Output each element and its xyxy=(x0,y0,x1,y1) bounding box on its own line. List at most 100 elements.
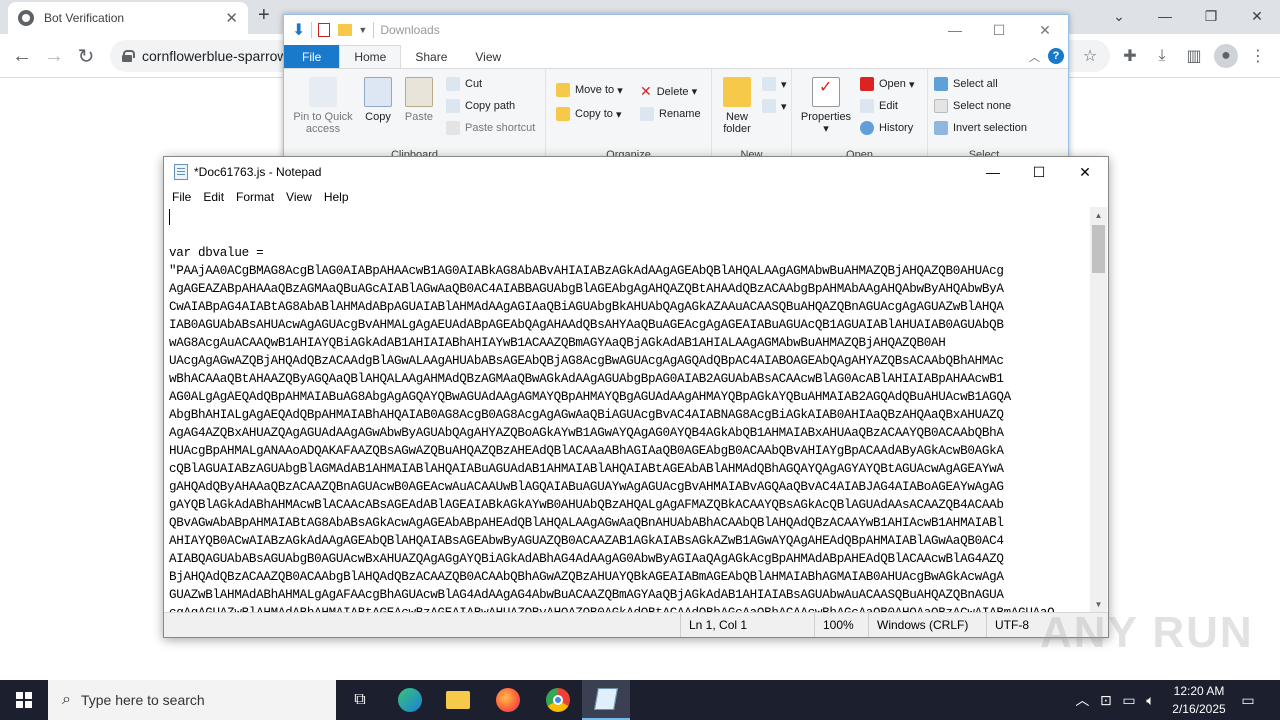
invert-selection-button[interactable]: Invert selection xyxy=(934,121,1027,135)
text-line: wAG8AcgAuACAAQwB1AHIAYQBiAGkAdAB1AHIAIAB… xyxy=(169,336,946,350)
select-all-button[interactable]: Select all xyxy=(934,77,998,91)
file-explorer-icon[interactable] xyxy=(434,680,482,720)
vertical-scrollbar[interactable]: ▲ ▼ xyxy=(1090,207,1107,612)
explorer-close-button[interactable]: ✕ xyxy=(1022,15,1068,45)
text-line: BjAHQAdQBzACAAZQB0ACAAbgBlAHQAdQBzACAAZQ… xyxy=(169,570,1004,584)
new-group: New folder ▾ ▾ New xyxy=(712,69,792,165)
chrome-minimize-button[interactable]: — xyxy=(1142,0,1188,32)
search-placeholder: Type here to search xyxy=(80,692,205,708)
edit-button[interactable]: Edit xyxy=(860,99,898,113)
copy-button[interactable]: Copy xyxy=(360,77,396,123)
firefox-icon[interactable] xyxy=(484,680,532,720)
side-panel-icon[interactable]: ▥ xyxy=(1182,44,1206,68)
text-editor-area[interactable]: var dbvalue = "PAAjAA0ACgBMAG8AcgBlAG0AIA… xyxy=(165,207,1093,612)
menu-edit[interactable]: Edit xyxy=(197,190,230,204)
tab-file[interactable]: File xyxy=(284,45,340,68)
text-line: AG0ALgAgAEQAdQBpAHMAIABuAG8AbgAgAGQAYQBw… xyxy=(169,390,1011,404)
reload-icon[interactable]: ↻ xyxy=(72,42,100,70)
folder-icon[interactable] xyxy=(338,24,353,36)
menu-format[interactable]: Format xyxy=(230,190,280,204)
volume-icon[interactable]: 🔈︎ xyxy=(1146,692,1154,709)
extensions-icon[interactable]: ✚ xyxy=(1118,44,1142,68)
browser-tab[interactable]: Bot Verification ✕ xyxy=(8,2,248,34)
select-none-button[interactable]: Select none xyxy=(934,99,1011,113)
search-icon: ⌕ xyxy=(62,691,71,708)
taskbar: ⌕ Type here to search ⧉ ︿ ⊡ ▭ 🔈︎ 12:20 A… xyxy=(0,680,1280,720)
notepad-taskbar-icon[interactable] xyxy=(582,680,630,720)
help-icon[interactable]: ? xyxy=(1048,48,1064,64)
taskbar-search-box[interactable]: ⌕ Type here to search xyxy=(48,680,336,720)
new-tab-button[interactable]: + xyxy=(258,4,270,27)
ethernet-icon[interactable]: ▭ xyxy=(1122,692,1135,709)
download-icon[interactable]: ⤓ xyxy=(1150,44,1174,68)
pin-icon xyxy=(309,77,337,107)
chrome-restore-button[interactable]: ❐ xyxy=(1188,0,1234,32)
scroll-thumb[interactable] xyxy=(1092,225,1105,273)
properties-button[interactable]: ✓ Properties ▾ xyxy=(798,77,854,135)
properties-quick-icon[interactable] xyxy=(318,23,331,37)
rename-button[interactable]: Rename xyxy=(640,107,701,121)
notepad-maximize-button[interactable]: ☐ xyxy=(1016,157,1062,187)
profile-avatar[interactable]: ● xyxy=(1214,44,1238,68)
notifications-icon[interactable]: ▭ xyxy=(1236,680,1260,720)
text-line: IAB0AGUAbABsAHUAcwAgAGUAcgBvAHMALgAgAEUA… xyxy=(169,318,1004,332)
explorer-minimize-button[interactable]: — xyxy=(932,15,978,45)
pin-quick-access-button[interactable]: Pin to Quick access xyxy=(290,77,356,135)
tab-view[interactable]: View xyxy=(461,45,515,68)
cut-button[interactable]: Cut xyxy=(446,77,482,91)
chrome-close-button[interactable]: ✕ xyxy=(1234,0,1280,32)
delete-button[interactable]: ✕ Delete ▾ xyxy=(640,83,697,100)
tab-search-icon[interactable]: ⌄ xyxy=(1096,0,1142,32)
chrome-menu-icon[interactable]: ⋮ xyxy=(1246,44,1270,68)
notepad-statusbar: Ln 1, Col 1 100% Windows (CRLF) UTF-8 xyxy=(164,612,1108,637)
copy-to-button[interactable]: Copy to ▾ xyxy=(556,107,622,121)
scroll-up-icon[interactable]: ▲ xyxy=(1090,207,1107,223)
tab-close-icon[interactable]: ✕ xyxy=(225,9,238,27)
text-line: gAHQAdQByAHAAaQBzACAAZQBnAGUAcwB0AGEAcwA… xyxy=(169,480,1004,494)
menu-help[interactable]: Help xyxy=(318,190,355,204)
explorer-titlebar: ⬇ ▼ Downloads — ☐ ✕ xyxy=(284,15,1068,45)
globe-icon xyxy=(18,10,34,26)
qat-dropdown-icon[interactable]: ▼ xyxy=(358,25,367,35)
bookmark-star-icon[interactable]: ☆ xyxy=(1078,44,1102,68)
ribbon-collapse-icon[interactable]: ︿ xyxy=(1029,49,1040,65)
properties-check-icon: ✓ xyxy=(812,77,840,107)
tray-chevron-icon[interactable]: ︿ xyxy=(1075,690,1089,710)
history-button[interactable]: History xyxy=(860,121,913,135)
clock-time: 12:20 AM xyxy=(1173,684,1225,698)
menu-view[interactable]: View xyxy=(280,190,318,204)
start-button[interactable] xyxy=(0,680,48,720)
back-icon[interactable]: ← xyxy=(8,42,36,70)
network-icon[interactable]: ⊡ xyxy=(1100,692,1112,709)
new-folder-button[interactable]: New folder xyxy=(716,77,758,135)
down-arrow-icon[interactable]: ⬇ xyxy=(292,20,305,40)
menu-file[interactable]: File xyxy=(166,190,197,204)
text-line: GUAZwBlAHMAdABhAHMALgAgAFAAcgBhAGUAcwBlA… xyxy=(169,588,1004,602)
move-to-button[interactable]: Move to ▾ xyxy=(556,83,623,97)
paste-shortcut-button[interactable]: Paste shortcut xyxy=(446,121,535,135)
new-item-icon[interactable]: ▾ xyxy=(762,77,787,91)
task-view-icon[interactable]: ⧉ xyxy=(336,680,384,720)
tab-share[interactable]: Share xyxy=(401,45,461,68)
copy-path-icon xyxy=(446,99,460,113)
notepad-close-button[interactable]: ✕ xyxy=(1062,157,1108,187)
copy-path-button[interactable]: Copy path xyxy=(446,99,515,113)
chrome-icon[interactable] xyxy=(534,680,582,720)
taskbar-clock[interactable]: 12:20 AM 2/16/2025 xyxy=(1160,682,1238,718)
explorer-title: Downloads xyxy=(380,23,440,37)
forward-icon[interactable]: → xyxy=(40,42,68,70)
zoom-level: 100% xyxy=(814,613,868,637)
notepad-minimize-button[interactable]: — xyxy=(970,157,1016,187)
edit-icon xyxy=(860,99,874,113)
open-button[interactable]: Open ▾ xyxy=(860,77,915,91)
text-line xyxy=(169,226,1093,244)
tab-home[interactable]: Home xyxy=(339,45,402,68)
cursor-position: Ln 1, Col 1 xyxy=(680,613,828,637)
ribbon: Pin to Quick access Copy Paste Cut Copy … xyxy=(284,69,1068,165)
edge-icon[interactable] xyxy=(386,680,434,720)
paste-button[interactable]: Paste xyxy=(402,77,436,123)
explorer-maximize-button[interactable]: ☐ xyxy=(976,15,1022,45)
move-to-icon xyxy=(556,83,570,97)
easy-access-icon[interactable]: ▾ xyxy=(762,99,787,113)
lock-icon xyxy=(122,50,135,62)
